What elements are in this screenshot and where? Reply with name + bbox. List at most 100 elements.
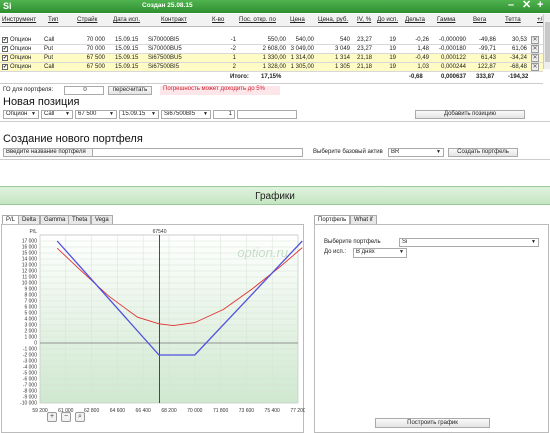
tab-what-if[interactable]: What if <box>350 215 377 224</box>
col-price-rub[interactable]: Цена, руб. <box>318 16 348 23</box>
go-value: 0 <box>64 86 104 95</box>
cell-open: 1 330,00 <box>262 55 286 61</box>
delete-row-icon[interactable]: ✕ <box>531 63 539 71</box>
row-checkbox[interactable]: ✔ <box>2 46 8 52</box>
new-portfolio-title: Создание нового портфеля <box>3 133 143 145</box>
np-contract-select[interactable]: Si67500BI5 ▼ <box>161 110 211 119</box>
col-contract[interactable]: Контракт <box>161 16 187 23</box>
divider-1 <box>0 121 550 122</box>
create-portfolio-button[interactable]: Создать портфель <box>448 148 518 157</box>
delete-row-icon[interactable]: ✕ <box>531 54 539 62</box>
table-row[interactable]: ✔ Опцион Put 67 500 15.09.15 Si67500BU5 1 1 330… <box>0 54 543 63</box>
portfolio-name-input[interactable] <box>92 148 303 157</box>
np-qty-input[interactable]: 1 <box>213 110 235 119</box>
cell-open: 2 608,00 <box>262 46 286 52</box>
table-row[interactable]: ✔ Опцион Call 70 000 15.09.15 Si70000BI5 -1 550… <box>0 36 543 45</box>
asset-select[interactable]: BR ▼ <box>388 148 444 157</box>
settings-panel: Выберите портфель Si ▼ До исп.: В днях ▼ П… <box>314 224 549 433</box>
add-position-button[interactable]: Добавить позицию <box>415 110 525 119</box>
col-gamma[interactable]: Гамма <box>437 16 455 23</box>
minimize-icon[interactable]: – <box>508 0 514 12</box>
cell-delta: 1,03 <box>417 64 429 70</box>
row-checkbox[interactable]: ✔ <box>2 37 8 43</box>
col-type[interactable]: Тип <box>48 16 58 23</box>
x-tick-label: 66 400 <box>136 408 152 414</box>
cell-theta: 61,06 <box>511 46 527 52</box>
tab-portfolio[interactable]: Портфель <box>314 215 351 224</box>
cell-iv: 23,27 <box>356 37 372 43</box>
row-checkbox[interactable]: ✔ <box>2 55 8 61</box>
np-price-input[interactable] <box>237 110 297 119</box>
cell-price: 540,00 <box>295 37 314 43</box>
cell-open: 1 328,00 <box>262 64 286 70</box>
col-qty[interactable]: К-во <box>212 16 224 23</box>
cell-strike: 70 000 <box>86 37 105 43</box>
np-strike-select[interactable]: 67 500 ▼ <box>75 110 117 119</box>
expiry-label: До исп.: <box>324 249 347 255</box>
cell-type: Call <box>44 37 55 43</box>
table-row[interactable]: ✔ Опцион Put 70 000 15.09.15 Si70000BU5 -2 2 60… <box>0 45 543 54</box>
cell-qty: 2 <box>232 64 236 70</box>
col-price[interactable]: Цена <box>290 16 305 23</box>
col-theta[interactable]: Тетта <box>505 16 521 23</box>
cell-vega: -99,71 <box>478 46 496 52</box>
delete-row-icon[interactable]: ✕ <box>531 45 539 53</box>
tab-theta[interactable]: Theta <box>68 215 92 224</box>
tab-gamma[interactable]: Gamma <box>40 215 70 224</box>
np-date-select[interactable]: 15.09.15 ▼ <box>119 110 159 119</box>
tab-vega[interactable]: Vega <box>91 215 113 224</box>
x-tick-label: 75 400 <box>265 408 281 414</box>
cell-gamma: -0,000180 <box>438 46 466 52</box>
cell-type: Put <box>44 55 54 61</box>
zoom-reset-icon[interactable]: ⌕ <box>75 412 85 422</box>
cell-gamma: 0,000122 <box>440 55 466 61</box>
tab-pl[interactable]: P/L <box>2 215 20 224</box>
totals-gamma: 0,000637 <box>441 74 467 80</box>
col-instrument[interactable]: Инструмент <box>2 16 36 23</box>
grid-scrollbar[interactable] <box>543 14 550 69</box>
cell-iv: 23,27 <box>356 46 372 52</box>
divider-2 <box>0 159 550 160</box>
cell-date: 15.09.15 <box>115 37 139 43</box>
col-open[interactable]: Пос. откр. по <box>239 16 276 23</box>
row-checkbox[interactable]: ✔ <box>2 64 8 70</box>
col-delta[interactable]: Дельта <box>405 16 425 23</box>
col-vega[interactable]: Вега <box>473 16 486 23</box>
cell-contract: Si70000BI5 <box>148 37 180 43</box>
tab-delta[interactable]: Delta <box>18 215 41 224</box>
col-strike[interactable]: Страйк <box>77 16 97 23</box>
np-instrument-select[interactable]: Опцион ▼ <box>3 110 39 119</box>
cell-price-rub: 1 305 <box>334 64 350 70</box>
cell-date: 15.09.15 <box>115 64 139 70</box>
col-days[interactable]: До исп. <box>377 16 398 23</box>
cell-days: 19 <box>389 55 396 61</box>
zoom-out-icon[interactable]: − <box>61 412 71 422</box>
title-bar: Si Создан 25.08.15 – ✕ + <box>0 0 550 13</box>
cell-type: Put <box>44 46 54 52</box>
build-chart-button[interactable]: Построить график <box>375 418 490 428</box>
x-tick-label: 77 200 <box>290 408 305 414</box>
cell-instrument: Опцион <box>10 37 32 43</box>
col-date[interactable]: Дата исп. <box>113 16 140 23</box>
expiry-select[interactable]: В днях ▼ <box>353 248 407 258</box>
pl-chart[interactable]: option.ru59 200 61 000 62 800 64 600 66 400 6… <box>2 225 306 433</box>
go-label: ГО для портфеля: <box>3 87 54 93</box>
cell-days: 19 <box>389 64 396 70</box>
delete-row-icon[interactable]: ✕ <box>531 36 539 44</box>
portfolio-select[interactable]: Si ▼ <box>399 238 539 247</box>
add-icon[interactable]: + <box>537 0 543 12</box>
col-iv[interactable]: IV, % <box>357 16 371 23</box>
close-icon[interactable]: ✕ <box>522 0 531 12</box>
cell-gamma: 0,000244 <box>440 64 466 70</box>
new-position-title: Новая позиция <box>3 96 80 108</box>
np-type-select[interactable]: Call ▼ <box>41 110 73 119</box>
cell-delta: -0,26 <box>415 37 429 43</box>
marker-label: 67540 <box>153 229 167 235</box>
cell-type: Call <box>44 64 55 70</box>
table-row[interactable]: ✔ Опцион Call 67 500 15.09.15 Si67500BI5 2 1 32… <box>0 63 543 72</box>
cell-date: 15.09.15 <box>115 46 139 52</box>
cell-qty: 1 <box>232 55 236 61</box>
cell-iv: 21,18 <box>356 64 372 70</box>
zoom-in-icon[interactable]: + <box>47 412 57 422</box>
recalc-button[interactable]: пересчитать <box>108 86 152 95</box>
